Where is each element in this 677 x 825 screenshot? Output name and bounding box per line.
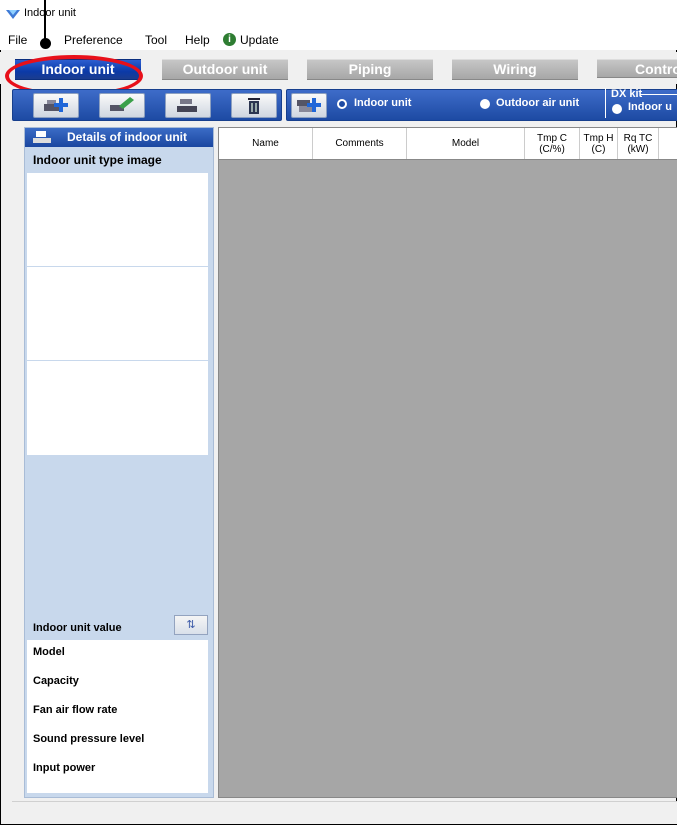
column-header-name[interactable]: Name [219, 128, 313, 159]
edit-unit-button[interactable] [99, 93, 145, 118]
menu-tool[interactable]: Tool [145, 33, 167, 47]
toolbar: Indoor unit Outdoor air unit DX kit Indo… [12, 88, 677, 121]
tab-outdoor-unit[interactable]: Outdoor unit [162, 59, 288, 80]
column-header-rq-tc[interactable]: Rq TC (kW) [618, 128, 659, 159]
radio-indoor-unit-label: Indoor unit [354, 97, 412, 109]
indoor-unit-icon [33, 131, 51, 143]
value-section-title: Indoor unit value [33, 622, 122, 634]
delete-icon [248, 98, 260, 114]
radio-outdoor-air-dot [480, 99, 490, 109]
radio-indoor-unit-dot [337, 99, 347, 109]
menu-preference[interactable]: Preference [64, 33, 123, 47]
details-panel: Details of indoor unit Indoor unit type … [24, 127, 214, 798]
callout-pointer-dot [40, 38, 51, 49]
dx-kit-label: DX kit [611, 88, 643, 100]
details-header: Details of indoor unit [25, 128, 213, 147]
indoor-unit-grid[interactable]: Name Comments Model Tmp C (C/%) Tmp H (C… [218, 127, 677, 798]
delete-unit-button[interactable] [231, 93, 277, 118]
unit-type-group: Indoor unit Outdoor air unit DX kit Indo… [286, 88, 677, 121]
tab-indoor-unit[interactable]: Indoor unit [15, 59, 141, 80]
copy-unit-button[interactable] [165, 93, 211, 118]
add-dx-icon [297, 98, 321, 112]
image-section-title: Indoor unit type image [33, 153, 162, 167]
title-bar: Indoor unit [0, 0, 677, 28]
value-row-capacity: Capacity [33, 675, 79, 687]
column-header-model[interactable]: Model [407, 128, 525, 159]
tab-piping[interactable]: Piping [307, 59, 433, 80]
column-header-tmp-c[interactable]: Tmp C (C/%) [525, 128, 580, 159]
window-title: Indoor unit [24, 7, 76, 19]
unit-actions-group [12, 89, 282, 121]
column-header-tmp-h[interactable]: Tmp H (C) [580, 128, 618, 159]
tab-strip: Indoor unit Outdoor unit Piping Wiring C… [0, 52, 677, 84]
tab-control[interactable]: Contro [597, 59, 677, 78]
grid-header: Name Comments Model Tmp C (C/%) Tmp H (C… [219, 128, 677, 160]
column-header-comments[interactable]: Comments [313, 128, 407, 159]
image-slot [27, 173, 208, 267]
toggle-value-button[interactable]: ⇅ [174, 615, 208, 635]
add-unit-button[interactable] [33, 93, 79, 118]
add-dx-button[interactable] [291, 93, 327, 118]
status-bar [12, 801, 677, 824]
copy-unit-icon [177, 99, 197, 112]
value-row-model: Model [33, 646, 65, 658]
radio-outdoor-air-label: Outdoor air unit [496, 97, 580, 109]
edit-unit-icon [110, 97, 134, 111]
value-row-input-power: Input power [33, 762, 96, 774]
menu-update[interactable]: Update [240, 33, 279, 47]
info-icon[interactable]: i [223, 33, 236, 46]
radio-indoor-unit[interactable]: Indoor unit [332, 94, 472, 116]
tab-wiring[interactable]: Wiring [452, 59, 578, 80]
value-row-sound-pressure: Sound pressure level [33, 733, 145, 745]
add-unit-icon [44, 98, 68, 112]
sort-arrows-icon: ⇅ [186, 619, 196, 631]
unit-type-image-area [27, 173, 208, 455]
unit-value-list: Model Capacity Fan air flow rate Sound p… [27, 640, 208, 793]
radio-dx-indoor-label[interactable]: Indoor u [628, 101, 672, 113]
radio-outdoor-air-unit[interactable]: Outdoor air unit [480, 94, 600, 116]
app-icon [6, 10, 20, 19]
details-header-label: Details of indoor unit [67, 130, 187, 144]
dx-kit-divider [640, 94, 677, 95]
dx-kit-group: DX kit Indoor u [605, 88, 677, 118]
menu-file[interactable]: File [8, 33, 27, 47]
menu-bar: File Preference Tool Help i Update [0, 28, 677, 50]
menu-help[interactable]: Help [185, 33, 210, 47]
value-row-fan-air-flow: Fan air flow rate [33, 704, 118, 716]
image-slot [27, 267, 208, 361]
radio-dx-indoor-dot[interactable] [612, 104, 622, 114]
image-slot [27, 361, 208, 454]
